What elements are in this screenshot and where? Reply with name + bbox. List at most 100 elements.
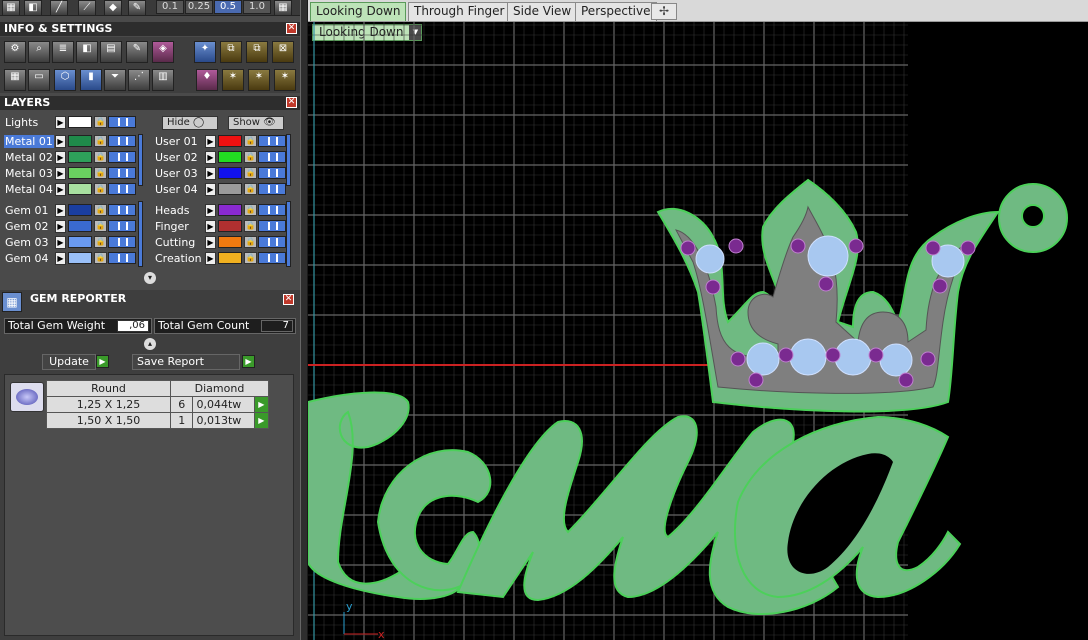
layer-visibility-toggle[interactable]	[108, 220, 136, 232]
tab-looking-down[interactable]: Looking Down	[310, 2, 407, 21]
layer-arrow-icon[interactable]: ▶	[55, 220, 66, 233]
delete-layer-icon[interactable]: ⊠	[272, 41, 294, 63]
add-tab-icon[interactable]: ✢	[651, 3, 677, 20]
layer-row[interactable]: Metal 01 ▶ 🔒	[0, 135, 145, 149]
layer-arrow-icon[interactable]: ▶	[55, 236, 66, 249]
layer-scrollbar[interactable]	[138, 201, 143, 267]
layer-lock-icon[interactable]: 🔒	[94, 151, 107, 163]
layer-row[interactable]: Metal 04 ▶ 🔒	[0, 183, 145, 197]
layer-arrow-icon[interactable]: ▶	[55, 135, 66, 148]
layer-color-swatch[interactable]	[68, 236, 92, 248]
viewport-canvas[interactable]: y x	[308, 22, 1088, 640]
layer-scrollbar[interactable]	[286, 134, 291, 186]
layer-visibility-toggle[interactable]	[108, 151, 136, 163]
layer-scrollbar[interactable]	[138, 134, 143, 186]
layer-visibility-toggle[interactable]	[258, 220, 286, 232]
gem-star-icon[interactable]: ✶	[222, 69, 244, 91]
layer-color-swatch[interactable]	[68, 135, 92, 147]
layer-row[interactable]: Gem 01 ▶ 🔒	[0, 204, 145, 218]
layer-visibility-toggle[interactable]	[258, 135, 286, 147]
layer-row[interactable]: Cutting ▶ 🔒	[150, 236, 295, 250]
layer-lock-icon[interactable]: 🔒	[94, 252, 107, 264]
layer-color-swatch[interactable]	[218, 220, 242, 232]
layer-color-swatch[interactable]	[68, 204, 92, 216]
layer-lock-icon[interactable]: 🔒	[244, 151, 257, 163]
toolbar-cube-icon[interactable]: ◧	[24, 0, 42, 16]
layer-color-swatch[interactable]	[218, 252, 242, 264]
layer-color-swatch[interactable]	[68, 252, 92, 264]
layers-stack-icon[interactable]: ≣	[52, 41, 74, 63]
toolbar-brush-icon[interactable]: ✎	[128, 0, 146, 16]
layer-arrow-icon[interactable]: ▶	[205, 236, 216, 249]
layer-visibility-toggle[interactable]	[258, 236, 286, 248]
layer-arrow-icon[interactable]: ▶	[205, 151, 216, 164]
hide-button[interactable]: Hide ◯	[162, 116, 218, 130]
layer-lock-icon[interactable]: 🔒	[244, 252, 257, 264]
layer-arrow-icon[interactable]: ▶	[55, 204, 66, 217]
layer-row[interactable]: Metal 03 ▶ 🔒	[0, 167, 145, 181]
layer-lock-icon[interactable]: 🔒	[244, 183, 257, 195]
lights-arrow-icon[interactable]: ▶	[55, 116, 66, 129]
layer-visibility-toggle[interactable]	[108, 135, 136, 147]
edit-pencil-icon[interactable]: ✎	[126, 41, 148, 63]
layer-visibility-toggle[interactable]	[108, 167, 136, 179]
gem-row-play-icon[interactable]: ▶	[253, 396, 270, 413]
layer-visibility-toggle[interactable]	[258, 252, 286, 264]
lights-visibility-toggle[interactable]	[108, 116, 136, 128]
layer-row[interactable]: Gem 02 ▶ 🔒	[0, 220, 145, 234]
filter-icon[interactable]: ⏷	[104, 69, 126, 91]
layer-lock-icon[interactable]: 🔒	[244, 167, 257, 179]
layer-lock-icon[interactable]: 🔒	[94, 220, 107, 232]
layer-lock-icon[interactable]: 🔒	[244, 135, 257, 147]
layer-row[interactable]: Heads ▶ 🔒	[150, 204, 295, 218]
layer-color-swatch[interactable]	[68, 151, 92, 163]
zoom-0-25-button[interactable]: 0.25	[185, 0, 213, 14]
tab-through-finger[interactable]: Through Finger	[408, 2, 511, 21]
gem-reporter-close-icon[interactable]: ✕	[283, 294, 294, 305]
layer-arrow-icon[interactable]: ▶	[55, 151, 66, 164]
gem-star-3-icon[interactable]: ✶	[274, 69, 296, 91]
layer-arrow-icon[interactable]: ▶	[55, 183, 66, 196]
layer-lock-icon[interactable]: 🔒	[94, 167, 107, 179]
layer-arrow-icon[interactable]: ▶	[205, 220, 216, 233]
toolbar-line-icon[interactable]: ⟋	[78, 0, 96, 16]
layer-color-swatch[interactable]	[68, 167, 92, 179]
layer-color-swatch[interactable]	[218, 183, 242, 195]
layer-row[interactable]: User 01 ▶ 🔒	[150, 135, 295, 149]
tab-side-view[interactable]: Side View	[507, 2, 578, 21]
update-button[interactable]: Update	[42, 354, 96, 370]
layer-row[interactable]: Gem 03 ▶ 🔒	[0, 236, 145, 250]
box-icon[interactable]: ◧	[76, 41, 98, 63]
layer-row[interactable]: Gem 04 ▶ 🔒	[0, 252, 145, 266]
layer-lock-icon[interactable]: 🔒	[244, 236, 257, 248]
layer-lock-icon[interactable]: 🔒	[244, 204, 257, 216]
zoom-0-5-button[interactable]: 0.5	[214, 0, 242, 14]
move-layer-icon[interactable]: ⧉	[246, 41, 268, 63]
update-play-icon[interactable]: ▶	[96, 355, 109, 368]
layer-row[interactable]: Creation ▶ 🔒	[150, 252, 295, 266]
layer-color-swatch[interactable]	[218, 151, 242, 163]
zoom-1-0-button[interactable]: 1.0	[243, 0, 271, 14]
layer-color-swatch[interactable]	[68, 220, 92, 232]
layer-visibility-toggle[interactable]	[108, 183, 136, 195]
render-cube-icon[interactable]: ◈	[152, 41, 174, 63]
layer-lock-icon[interactable]: 🔒	[94, 183, 107, 195]
layer-lock-icon[interactable]: 🔒	[244, 220, 257, 232]
save-report-play-icon[interactable]: ▶	[242, 355, 255, 368]
wire-cube-icon[interactable]: ⬡	[54, 69, 76, 91]
layer-scrollbar[interactable]	[286, 201, 291, 267]
layer-color-swatch[interactable]	[218, 135, 242, 147]
layer-arrow-icon[interactable]: ▶	[55, 252, 66, 265]
layer-row[interactable]: User 03 ▶ 🔒	[150, 167, 295, 181]
toolbar-grid-icon[interactable]: ▦	[2, 0, 20, 16]
layer-row[interactable]: Metal 02 ▶ 🔒	[0, 151, 145, 165]
tab-perspective[interactable]: Perspective	[575, 2, 657, 21]
gem-star-2-icon[interactable]: ✶	[248, 69, 270, 91]
layer-visibility-toggle[interactable]	[108, 204, 136, 216]
report-sheet-icon[interactable]: ▥	[152, 69, 174, 91]
zoom-0-1-button[interactable]: 0.1	[156, 0, 184, 14]
layer-arrow-icon[interactable]: ▶	[205, 183, 216, 196]
gem-render-icon[interactable]: ♦	[196, 69, 218, 91]
monitor-icon[interactable]: ▭	[28, 69, 50, 91]
magnify-icon[interactable]: ⌕	[28, 41, 50, 63]
